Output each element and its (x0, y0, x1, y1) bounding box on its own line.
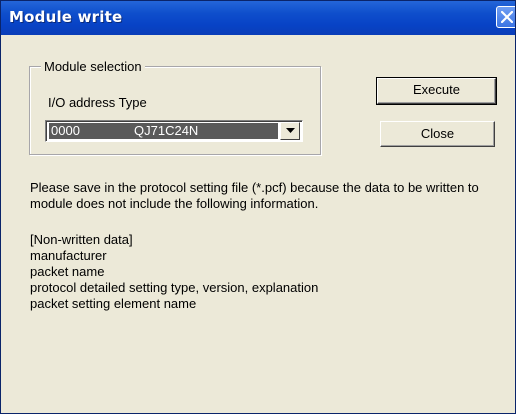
module-select-value[interactable]: 0000 QJ71C24N (49, 123, 278, 139)
window-title: Module write (9, 8, 123, 26)
save-notice-text: Please save in the protocol setting file… (30, 180, 479, 211)
io-address-type-label: I/O address Type (48, 95, 147, 110)
selected-module-type: QJ71C24N (134, 123, 199, 138)
non-written-data-list: [Non-written data] manufacturer packet n… (30, 232, 505, 312)
close-icon (501, 11, 513, 23)
module-write-dialog: Module write Module selection I/O addres… (0, 0, 516, 414)
list-item: protocol detailed setting type, version,… (30, 280, 319, 295)
close-button[interactable]: Close (380, 121, 495, 147)
list-item: packet name (30, 264, 105, 279)
chevron-down-icon (286, 128, 295, 133)
list-item: packet setting element name (30, 296, 197, 311)
execute-button[interactable]: Execute (376, 77, 497, 105)
dropdown-button[interactable] (280, 122, 300, 140)
selected-io-address: 0000 (51, 123, 80, 138)
module-selection-label: Module selection (41, 59, 145, 74)
title-close-button[interactable] (496, 6, 515, 28)
list-item: manufacturer (30, 248, 107, 263)
title-bar[interactable]: Module write (1, 1, 515, 35)
module-select-dropdown[interactable]: 0000 QJ71C24N (45, 120, 303, 142)
non-written-heading: [Non-written data] (30, 232, 133, 247)
